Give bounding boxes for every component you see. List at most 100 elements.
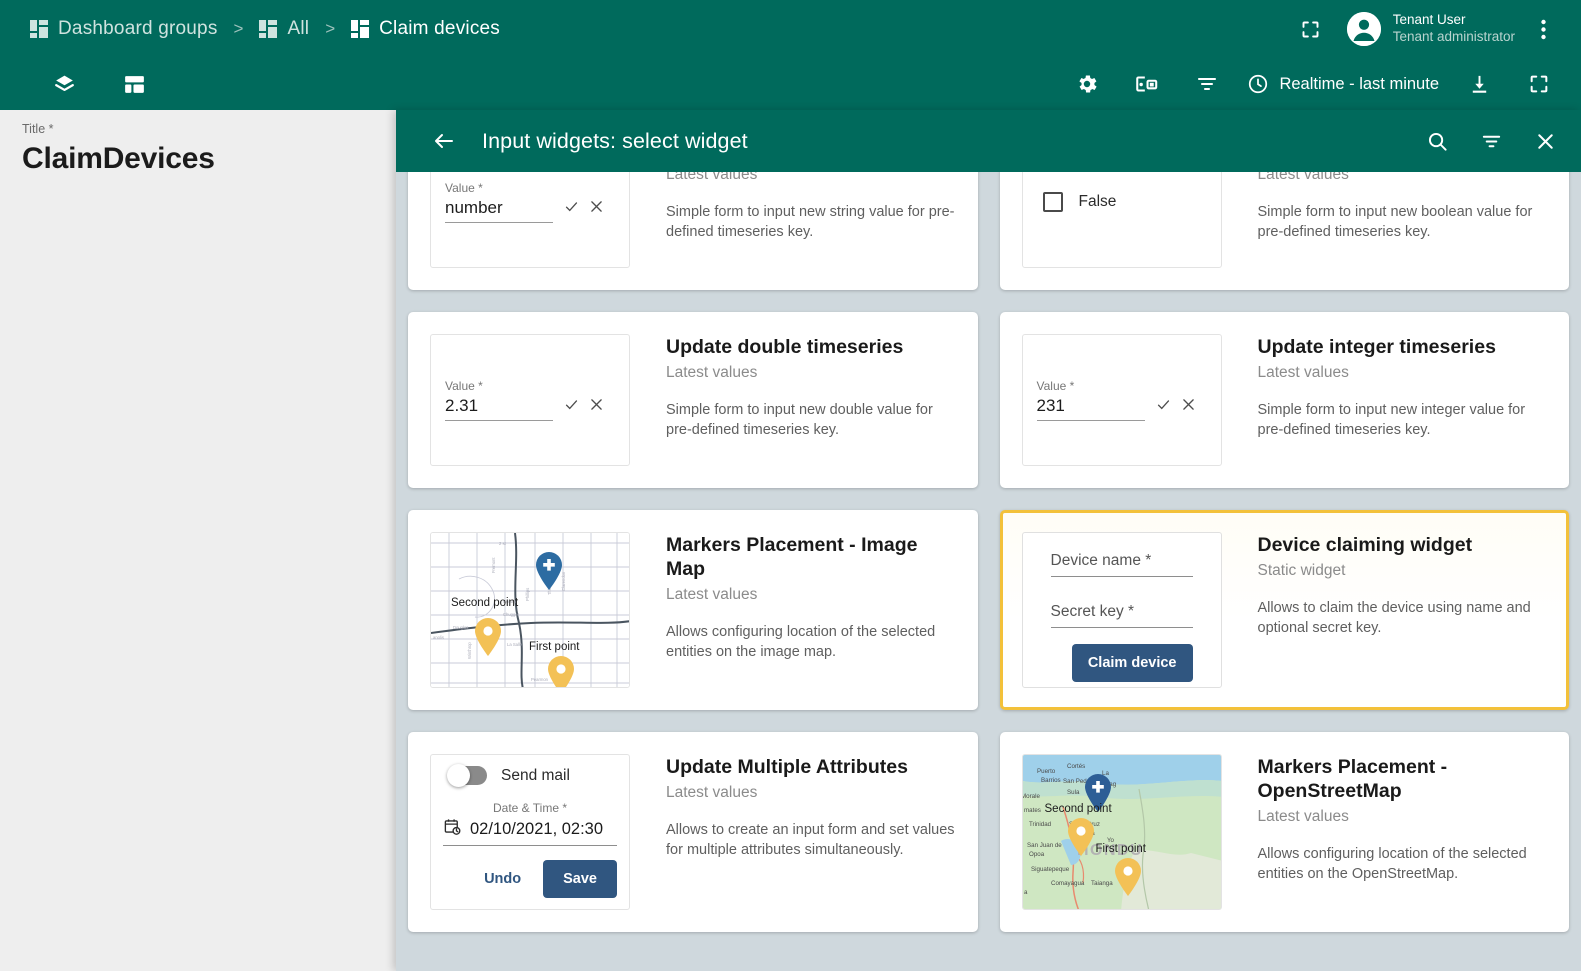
marker-blue-plus (534, 551, 564, 591)
clear-icon[interactable] (588, 396, 605, 418)
filter-icon[interactable] (1471, 121, 1511, 161)
dialog-header: Input widgets: select widget (396, 110, 1581, 172)
save-button[interactable]: Save (543, 860, 617, 898)
user-menu[interactable]: Tenant User Tenant administrator (1346, 12, 1515, 46)
widget-description: Allows to claim the device using name an… (1257, 599, 1531, 637)
svg-text:Barrios: Barrios (1041, 777, 1061, 784)
avatar (1346, 12, 1381, 46)
breadcrumb-label: All (287, 18, 310, 39)
more-vertical-icon[interactable] (1523, 9, 1563, 49)
widget-title: Markers Placement - OpenStreetMap (1257, 756, 1448, 802)
widget-card-update-multiple-attributes[interactable]: Send mail Date & Time * 02/10/2021, 02:3… (408, 732, 978, 932)
widget-title: Device claiming widget (1257, 534, 1473, 556)
marker-label: Second point (1044, 803, 1112, 815)
widget-preview: Value * number (430, 172, 630, 268)
svg-text:Douglas: Douglas (453, 625, 468, 630)
value-field-input[interactable]: number (445, 198, 553, 223)
svg-text:Winthrop: Winthrop (467, 642, 472, 659)
check-icon[interactable] (563, 396, 580, 418)
widget-meta: Update double timeseries Latest values S… (630, 334, 956, 466)
check-icon[interactable] (1155, 396, 1172, 418)
fullscreen-icon[interactable] (1519, 64, 1559, 104)
widget-card-update-string-timeseries[interactable]: Value * number Update string timese (408, 172, 978, 290)
datetime-value: 02/10/2021, 02:30 (470, 819, 604, 838)
widget-preview: False (1021, 172, 1222, 268)
svg-text:anolis: anolis (433, 635, 444, 640)
dialog-title: Input widgets: select widget (482, 128, 748, 153)
user-text: Tenant User Tenant administrator (1393, 12, 1515, 46)
secret-key-field[interactable]: Secret key * (1050, 593, 1193, 628)
gear-icon[interactable] (1067, 64, 1107, 104)
widget-card-update-integer-timeseries[interactable]: Value * 231 Update integer timeseries La… (999, 312, 1569, 488)
widget-meta: Markers Placement - Image Map Latest val… (630, 532, 956, 688)
widget-card-update-double-timeseries[interactable]: Value * 2.31 Update double timeseries La… (408, 312, 978, 488)
arrow-back-icon[interactable] (424, 121, 464, 161)
time-window-label: Realtime - last minute (1279, 74, 1439, 93)
svg-text:Trinidad: Trinidad (1029, 821, 1052, 828)
download-icon[interactable] (1459, 64, 1499, 104)
widget-title: Update Multiple Attributes (666, 756, 908, 778)
svg-text:San Juan de: San Juan de (1027, 842, 1062, 849)
svg-text:Sula: Sula (1067, 789, 1080, 796)
marker-first-point (546, 655, 576, 687)
boolean-checkbox[interactable] (1042, 192, 1063, 212)
send-mail-toggle[interactable] (447, 764, 487, 787)
value-field-input[interactable]: 2.31 (445, 396, 553, 421)
datetime-label: Date & Time * (492, 801, 568, 815)
svg-text:Comayagua: Comayagua (1051, 880, 1085, 887)
widget-description: Simple form to input new integer value f… (1257, 401, 1526, 439)
widget-card-update-boolean-timeseries[interactable]: False Update boolean timeseries Latest v… (999, 172, 1569, 290)
layers-icon[interactable] (44, 64, 84, 104)
undo-button[interactable]: Undo (472, 861, 533, 897)
device-hub-icon[interactable] (1127, 64, 1167, 104)
top-bar-right: Tenant User Tenant administrator (1291, 9, 1581, 49)
marker-label: First point (1095, 843, 1147, 855)
title-field-value[interactable]: ClaimDevices (22, 142, 378, 176)
device-name-field[interactable]: Device name * (1050, 542, 1193, 577)
clear-icon[interactable] (1180, 396, 1197, 418)
breadcrumb-item-claim-devices[interactable]: Claim devices (351, 18, 500, 40)
dashboard-layout-icon[interactable] (114, 64, 154, 104)
check-icon[interactable] (563, 198, 580, 220)
widget-subtitle: Latest values (666, 783, 758, 801)
marker-second-point (473, 617, 503, 657)
svg-text:Cortés: Cortés (1067, 763, 1085, 770)
close-icon[interactable] (1525, 121, 1565, 161)
claim-device-button[interactable]: Claim device (1071, 644, 1193, 682)
app-root: Dashboard groups > All > Claim devices T… (0, 0, 1581, 971)
title-field[interactable]: Title * ClaimDevices (0, 110, 400, 176)
breadcrumb-item-dashboard-groups[interactable]: Dashboard groups (30, 18, 218, 40)
dashboard-toolbar-right: Realtime - last minute (1067, 64, 1581, 104)
breadcrumb-item-all[interactable]: All (259, 18, 309, 40)
widget-subtitle: Latest values (666, 585, 758, 603)
widget-meta: Update Multiple Attributes Latest values… (630, 754, 956, 910)
fullscreen-icon[interactable] (1291, 9, 1331, 49)
svg-text:mates: mates (1024, 807, 1041, 814)
value-field-input[interactable]: 231 (1036, 396, 1145, 421)
filter-icon[interactable] (1187, 64, 1227, 104)
widget-description: Allows configuring location of the selec… (666, 623, 936, 661)
widget-card-device-claiming-widget[interactable]: Device name * Secret key * Claim device … (999, 510, 1569, 710)
top-bar: Dashboard groups > All > Claim devices T… (0, 0, 1581, 58)
widget-meta: Device claiming widget Static widget All… (1222, 532, 1548, 688)
widget-card-markers-placement-image-map[interactable]: 2 st Douglas anolis Central Chugger La Salle… (408, 510, 978, 710)
widget-description: Allows configuring location of the selec… (1257, 845, 1527, 883)
send-mail-label: Send mail (501, 766, 570, 784)
widget-subtitle: Static widget (1257, 561, 1346, 579)
breadcrumb: Dashboard groups > All > Claim devices (0, 18, 500, 40)
value-field-label: Value * (1036, 379, 1075, 393)
widget-list-scroll[interactable]: Value * number Update string timese (396, 172, 1581, 971)
user-name: Tenant User (1392, 12, 1466, 28)
clear-icon[interactable] (588, 198, 605, 220)
marker-label: Second point (451, 597, 519, 609)
time-window-button[interactable]: Realtime - last minute (1247, 73, 1439, 95)
calendar-clock-icon (443, 817, 462, 841)
svg-text:La Salle: La Salle (507, 642, 523, 647)
search-icon[interactable] (1417, 121, 1457, 161)
widget-card-markers-placement-openstreetmap[interactable]: PuertoBarrios Cortés San PedroSula Moral… (999, 732, 1569, 932)
widget-meta: Markers Placement - OpenStreetMap Latest… (1222, 754, 1548, 910)
marker-first-point (1113, 857, 1143, 897)
svg-text:Opoa: Opoa (1029, 851, 1045, 858)
widget-meta: Update boolean timeseries Latest values … (1222, 172, 1548, 268)
datetime-field[interactable]: 02/10/2021, 02:30 (443, 817, 617, 846)
